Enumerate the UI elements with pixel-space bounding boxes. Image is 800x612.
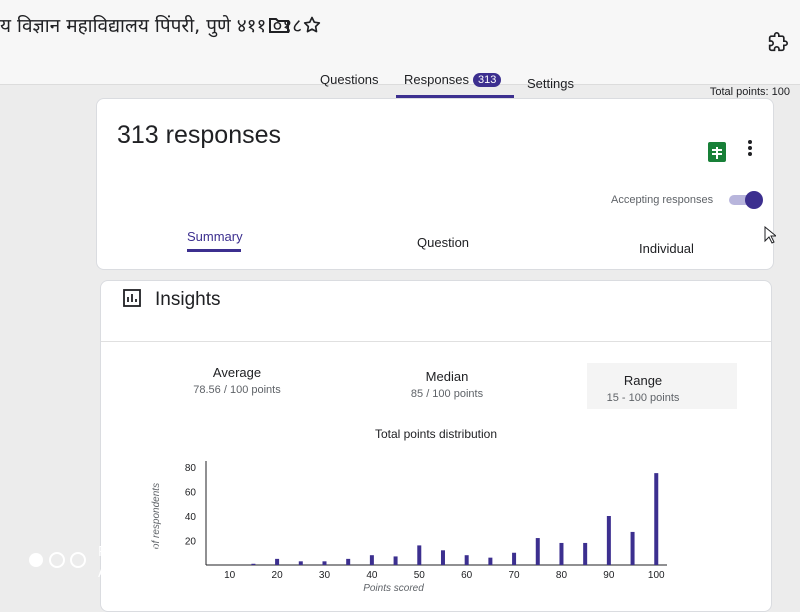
watermark-text: REDMI K20 PRO AI TRIPLE CAMERA	[98, 542, 218, 584]
y-tick-label: 60	[185, 488, 197, 499]
watermark-dots-icon	[29, 552, 86, 568]
chart-bar	[251, 563, 256, 565]
subtab-summary[interactable]: Summary	[187, 229, 243, 244]
accepting-responses-label: Accepting responses	[611, 194, 714, 206]
y-tick-label: 40	[185, 512, 197, 523]
tab-responses-label: Responses	[404, 72, 470, 87]
subtab-question[interactable]: Question	[417, 235, 469, 250]
x-tick-label: 80	[556, 570, 568, 581]
total-points: Total points: 100	[709, 86, 790, 98]
watermark-line-2: AI TRIPLE CAMERA	[98, 566, 218, 581]
chart-bar	[535, 538, 540, 565]
accepting-responses-toggle[interactable]	[729, 191, 763, 209]
responses-card: 313 responses Accepting responses Summar…	[96, 98, 774, 270]
chart-bar	[464, 555, 469, 565]
x-tick-label: 40	[366, 570, 378, 581]
tab-responses[interactable]: Responses 313	[404, 72, 502, 87]
x-tick-label: 50	[414, 570, 426, 581]
chart-bar	[488, 557, 493, 565]
chart-bar	[298, 561, 303, 565]
mouse-cursor-icon	[764, 225, 778, 249]
watermark-line-1: REDMI K20 PRO	[98, 545, 201, 560]
summary-tab-indicator	[187, 249, 241, 252]
toggle-knob	[745, 191, 763, 209]
more-options-icon[interactable]	[747, 139, 753, 162]
sheets-icon[interactable]	[707, 141, 727, 168]
chart-bar	[630, 531, 635, 565]
chart-bar	[583, 542, 588, 565]
chart-bar	[606, 516, 611, 565]
responses-count-title: 313 responses	[117, 121, 282, 149]
y-axis-label: of respondents	[151, 483, 162, 549]
tab-settings[interactable]: Settings	[527, 76, 574, 91]
tab-questions[interactable]: Questions	[320, 72, 379, 87]
x-tick-label: 10	[224, 570, 236, 581]
x-tick-label: 30	[319, 570, 331, 581]
chart-bar	[559, 542, 564, 565]
chart-bar	[322, 561, 327, 565]
x-tick-label: 70	[509, 570, 521, 581]
chart-bar	[369, 555, 374, 565]
x-tick-label: 90	[603, 570, 615, 581]
folder-icon[interactable]	[268, 16, 290, 39]
form-title: य विज्ञान महाविद्यालय पिंपरी, पुणे ४११ ०…	[0, 15, 303, 37]
chart-bar	[654, 473, 659, 565]
chart-bar	[346, 558, 351, 565]
chart-bar	[440, 550, 445, 565]
form-tabs: Questions Responses 313 Settings	[0, 68, 800, 92]
chart-bar	[275, 558, 280, 565]
x-tick-label: 20	[272, 570, 284, 581]
x-tick-label: 60	[461, 570, 473, 581]
chart-bar	[417, 545, 422, 565]
responses-count-badge: 313	[473, 73, 502, 87]
y-tick-label: 80	[185, 463, 197, 474]
addon-icon[interactable]	[768, 32, 788, 57]
x-tick-label: 100	[648, 570, 665, 581]
chart-bar	[393, 556, 398, 565]
x-axis-label: Points scored	[363, 583, 424, 594]
chart-bar	[512, 552, 517, 565]
subtab-individual[interactable]: Individual	[639, 241, 694, 256]
star-icon[interactable]	[302, 15, 322, 40]
